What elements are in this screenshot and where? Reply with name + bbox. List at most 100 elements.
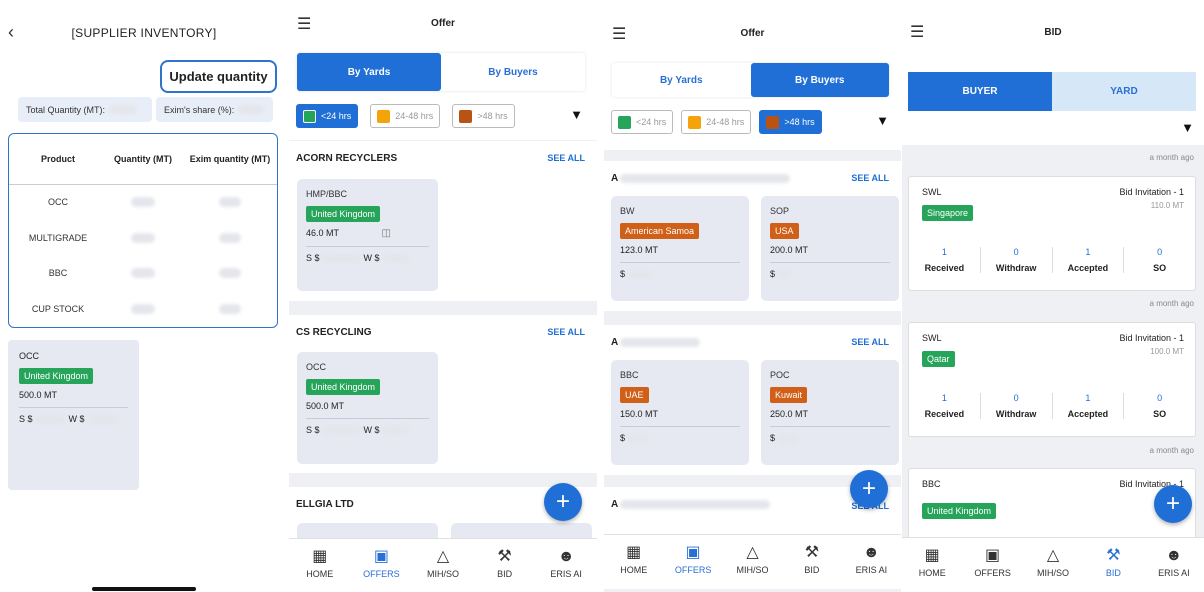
stat-received: 1 Received xyxy=(924,393,965,419)
nav-home[interactable]: ▦ HOME xyxy=(902,538,962,592)
nav-offers[interactable]: ▣ OFFERS xyxy=(351,539,413,592)
nav-home[interactable]: ▦ HOME xyxy=(289,539,351,592)
total-quantity-stat: Total Quantity (MT): xyxy=(18,97,152,122)
filter-funnel-icon[interactable]: ▼ xyxy=(1181,120,1194,135)
column-header-exim-quantity: Exim quantity (MT) xyxy=(189,153,271,164)
redacted-value xyxy=(219,268,241,278)
nav-mih-so[interactable]: △ MIH/SO xyxy=(1023,538,1083,592)
bid-invitation: Bid Invitation - 1 xyxy=(1119,333,1184,343)
redacted-value xyxy=(620,174,791,183)
offer-card[interactable]: POC Kuwait 250.0 MT $ xyxy=(761,360,899,465)
table-row: BBC xyxy=(9,263,277,283)
filter-over-48-hrs[interactable]: >48 hrs xyxy=(759,110,822,134)
s-price-label: S $ xyxy=(306,253,320,263)
filter-funnel-icon[interactable]: ▼ xyxy=(876,113,889,128)
see-all-link[interactable]: SEE ALL xyxy=(851,337,889,347)
offer-card[interactable]: HMP/BBC United Kingdom 46.0 MT ◫ S $ W $ xyxy=(297,179,438,291)
bid-card[interactable]: SWL Bid Invitation - 1 100.0 MT Qatar 1R… xyxy=(908,322,1196,437)
country-badge: United Kingdom xyxy=(19,368,94,384)
stat-accepted: 1 Accepted xyxy=(1051,393,1124,419)
nav-mih-so[interactable]: △ MIH/SO xyxy=(723,535,782,589)
country-badge: Qatar xyxy=(922,351,955,367)
offer-tabs: By Yards By Buyers xyxy=(612,63,889,97)
gavel-icon: ⚒ xyxy=(497,548,512,565)
nav-offers[interactable]: ▣ OFFERS xyxy=(962,538,1022,592)
nav-home[interactable]: ▦ HOME xyxy=(604,535,663,589)
redacted-value xyxy=(620,338,701,347)
see-all-link[interactable]: SEE ALL xyxy=(851,173,889,183)
product-name: MULTIGRADE xyxy=(28,233,88,243)
bottom-nav: ▦ HOME ▣ OFFERS △ MIH/SO ⚒ BID ☻ ERIS AI xyxy=(289,538,597,592)
redacted-value xyxy=(778,269,793,279)
offer-card[interactable]: SOP USA 200.0 MT $ xyxy=(761,196,899,301)
offer-card[interactable]: BBC UAE 150.0 MT $ xyxy=(611,360,749,465)
brown-square-icon xyxy=(459,109,473,123)
redacted-value xyxy=(628,433,649,443)
offer-card[interactable]: BW American Samoa 123.0 MT $ xyxy=(611,196,749,301)
nav-offers[interactable]: ▣ OFFERS xyxy=(663,535,722,589)
buyer-section: A SEE ALL BW American Samoa 123.0 MT $ S… xyxy=(604,161,901,311)
see-all-link[interactable]: SEE ALL xyxy=(547,327,585,337)
country-badge: Kuwait xyxy=(770,387,808,403)
stat-withdraw: 0 Withdraw xyxy=(979,247,1052,273)
total-quantity-label: Total Quantity (MT): xyxy=(26,104,106,115)
filter-24-48-hrs[interactable]: 24-48 hrs xyxy=(370,104,441,128)
redacted-value xyxy=(35,414,66,424)
filter-under-24-hrs[interactable]: <24 hrs xyxy=(611,110,674,134)
stat-received: 1 Received xyxy=(924,247,965,273)
time-filters: <24 hrs 24-48 hrs >48 hrs xyxy=(296,104,515,128)
quantity-text: 500.0 MT xyxy=(306,401,345,411)
filter-funnel-icon[interactable]: ▼ xyxy=(570,107,583,122)
tab-by-buyers[interactable]: By Buyers xyxy=(441,53,585,91)
supplier-name: SWL xyxy=(922,187,942,197)
nav-mih-so[interactable]: △ MIH/SO xyxy=(412,539,474,592)
nav-bid[interactable]: ⚒ BID xyxy=(1083,538,1143,592)
table-row: OCC xyxy=(9,192,277,212)
nav-bid[interactable]: ⚒ BID xyxy=(782,535,841,589)
bid-stats: 1 Received 0 Withdraw 1 Accepted 0 SO xyxy=(909,247,1195,273)
nav-eris-ai[interactable]: ☻ ERIS AI xyxy=(535,539,597,592)
nav-eris-ai[interactable]: ☻ ERIS AI xyxy=(842,535,901,589)
page-title: Offer xyxy=(431,18,455,29)
filter-under-24-hrs[interactable]: <24 hrs xyxy=(296,104,359,128)
add-fab-button[interactable]: + xyxy=(544,483,582,521)
redacted-value xyxy=(778,433,799,443)
filter-over-48-hrs[interactable]: >48 hrs xyxy=(452,104,515,128)
bid-card[interactable]: SWL Bid Invitation - 1 110.0 MT Singapor… xyxy=(908,176,1196,291)
supplier-name: SWL xyxy=(922,333,942,343)
material-name: SOP xyxy=(770,206,790,216)
yard-name: ACORN RECYCLERS xyxy=(296,153,398,164)
stat-so: 0 SO xyxy=(1123,393,1195,419)
bid-card[interactable]: BBC Bid Invitation - 1 United Kingdom xyxy=(908,468,1196,548)
country-badge: American Samoa xyxy=(620,223,700,239)
column-header-quantity: Quantity (MT) xyxy=(114,153,172,164)
page-title: [SUPPLIER INVENTORY] xyxy=(71,26,217,40)
see-all-link[interactable]: SEE ALL xyxy=(547,153,585,163)
nav-bid[interactable]: ⚒ BID xyxy=(474,539,536,592)
redacted-value xyxy=(382,425,409,435)
yard-section: CS RECYCLING SEE ALL OCC United Kingdom … xyxy=(289,315,597,473)
inventory-card[interactable]: OCC United Kingdom 500.0 MT S $ W $ xyxy=(8,340,139,490)
nav-eris-ai[interactable]: ☻ ERIS AI xyxy=(1144,538,1204,592)
quantity-text: 200.0 MT xyxy=(770,245,809,255)
quantity-text: 500.0 MT xyxy=(19,390,58,400)
add-fab-button[interactable]: + xyxy=(850,470,888,508)
home-grid-icon: ▦ xyxy=(312,548,328,565)
tab-by-yards[interactable]: By Yards xyxy=(612,63,751,97)
tab-by-yards[interactable]: By Yards xyxy=(297,53,441,91)
segment-buyer[interactable]: BUYER xyxy=(908,72,1052,111)
page-title: Offer xyxy=(740,28,765,39)
redacted-value xyxy=(131,233,155,243)
filter-24-48-hrs[interactable]: 24-48 hrs xyxy=(681,110,752,134)
w-price-label: W $ xyxy=(363,253,380,263)
segment-yard[interactable]: YARD xyxy=(1052,72,1196,111)
supplier-name: BBC xyxy=(922,479,941,489)
add-fab-button[interactable]: + xyxy=(1154,485,1192,523)
supplier-inventory-screen: ‹ [SUPPLIER INVENTORY] Update quantity T… xyxy=(0,0,288,592)
column-header-product: Product xyxy=(40,153,75,164)
offer-card[interactable]: OCC United Kingdom 500.0 MT S $ W $ xyxy=(297,352,438,464)
brown-square-icon xyxy=(766,115,780,129)
bid-segment-control: BUYER YARD xyxy=(908,72,1196,111)
tab-by-buyers[interactable]: By Buyers xyxy=(750,63,889,97)
update-quantity-button[interactable]: Update quantity xyxy=(160,60,277,93)
